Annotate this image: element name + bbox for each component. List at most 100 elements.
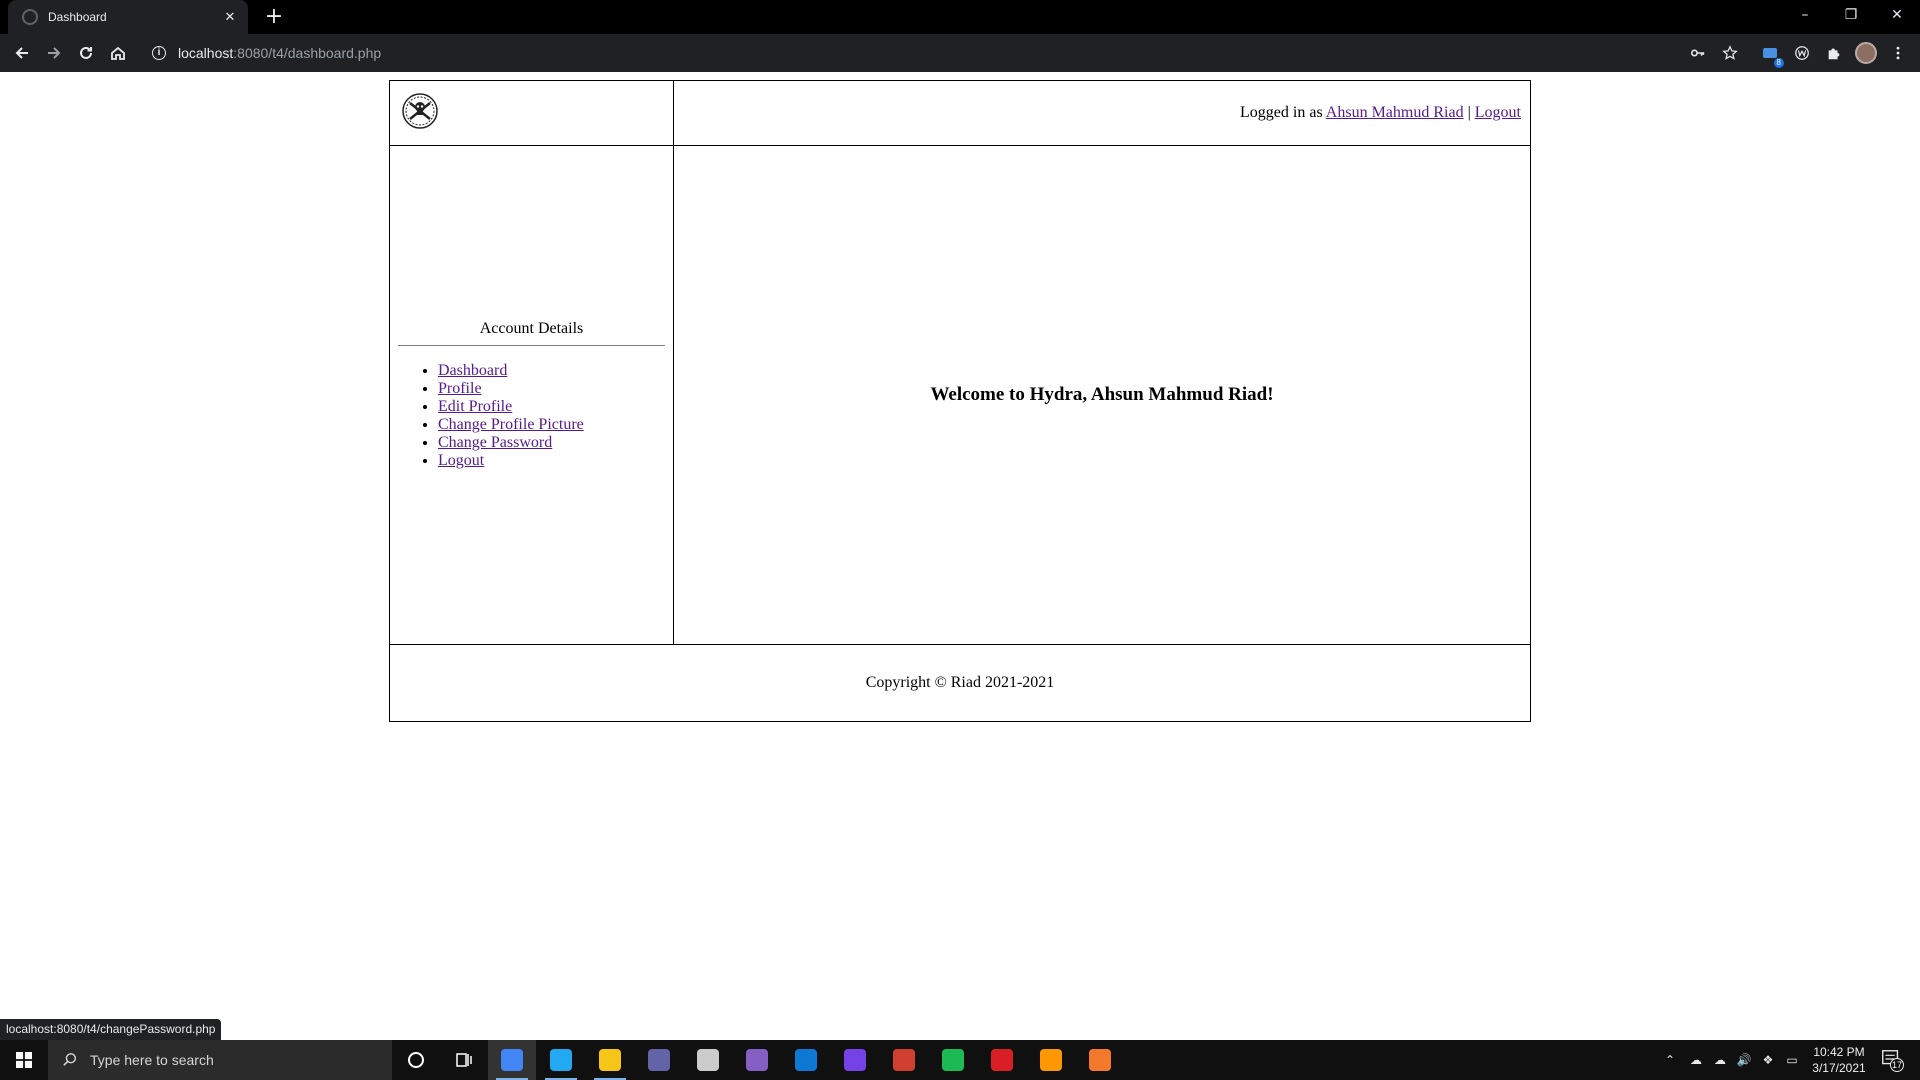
clock-date: 3/17/2021 bbox=[1812, 1061, 1866, 1075]
notification-center-button[interactable]: 17 bbox=[1880, 1048, 1904, 1072]
back-button[interactable] bbox=[8, 39, 36, 67]
minimize-button[interactable]: – bbox=[1782, 0, 1828, 30]
change-password-link[interactable]: Change Password bbox=[438, 434, 552, 451]
copyright-text: Copyright © Riad 2021-2021 bbox=[865, 674, 1055, 691]
tray-overflow-chevron-icon[interactable]: ⌃ bbox=[1658, 1040, 1682, 1080]
taskbar-app-blender[interactable] bbox=[1076, 1040, 1124, 1080]
sublime-text-icon bbox=[1040, 1049, 1062, 1071]
forward-button[interactable] bbox=[40, 39, 68, 67]
cloud-icon[interactable]: ☁ bbox=[1708, 1040, 1732, 1080]
cortana-circle-icon bbox=[408, 1052, 424, 1068]
extension-w-icon[interactable] bbox=[1790, 40, 1814, 66]
app-globe-icon bbox=[893, 1049, 915, 1071]
file-explorer-icon bbox=[599, 1049, 621, 1071]
task-view-button[interactable] bbox=[440, 1040, 488, 1080]
firefox-icon bbox=[844, 1049, 866, 1071]
logged-in-label: Logged in as bbox=[1240, 104, 1326, 121]
home-icon bbox=[111, 46, 125, 60]
sidebar-logout-link[interactable]: Logout bbox=[438, 452, 484, 469]
tab-close-icon[interactable]: ✕ bbox=[222, 10, 238, 25]
taskbar-app-file-explorer[interactable] bbox=[586, 1040, 634, 1080]
sidebar-menu: Dashboard Profile Edit Profile Change Pr… bbox=[398, 362, 665, 470]
logo-cell bbox=[389, 80, 674, 146]
browser-tab[interactable]: Dashboard ✕ bbox=[8, 0, 248, 34]
sidebar-item-logout: Logout bbox=[438, 452, 665, 470]
user-cell: Logged in as Ahsun Mahmud Riad | Logout bbox=[673, 80, 1531, 146]
network-icon[interactable]: ▭ bbox=[1780, 1040, 1804, 1080]
blender-icon bbox=[1089, 1049, 1111, 1071]
dashboard-link[interactable]: Dashboard bbox=[438, 362, 507, 379]
extension-icon[interactable]: 8 bbox=[1758, 40, 1784, 68]
profile-avatar[interactable] bbox=[1854, 40, 1878, 66]
onedrive-sync-icon[interactable]: ☁ bbox=[1684, 1040, 1708, 1080]
volume-icon[interactable]: 🔊 bbox=[1732, 1040, 1756, 1080]
taskbar-clock[interactable]: 10:42 PM 3/17/2021 bbox=[1804, 1044, 1874, 1076]
windows-logo-icon bbox=[16, 1052, 32, 1068]
search-icon bbox=[63, 1053, 77, 1066]
password-key-icon[interactable] bbox=[1686, 40, 1710, 66]
reload-button[interactable] bbox=[72, 39, 100, 67]
taskbar-app-teams[interactable] bbox=[635, 1040, 683, 1080]
restore-button[interactable]: ❐ bbox=[1828, 0, 1874, 30]
change-profile-picture-link[interactable]: Change Profile Picture bbox=[438, 416, 584, 433]
reload-icon bbox=[80, 46, 92, 59]
chrome-menu-icon[interactable] bbox=[1886, 40, 1910, 66]
taskbar: Type here to search ⌃ ☁ ☁ 🔊 ❖ ▭ 10:42 PM… bbox=[0, 1040, 1920, 1080]
close-window-button[interactable]: ✕ bbox=[1874, 0, 1920, 30]
teams-icon bbox=[648, 1049, 670, 1071]
sidebar-item-profile: Profile bbox=[438, 380, 665, 398]
sidebar-item-dashboard: Dashboard bbox=[438, 362, 665, 380]
clock-time: 10:42 PM bbox=[1813, 1045, 1865, 1059]
start-button[interactable] bbox=[0, 1040, 48, 1080]
taskbar-app-spotify[interactable] bbox=[929, 1040, 977, 1080]
acrobat-icon bbox=[991, 1049, 1013, 1071]
forward-arrow-icon bbox=[48, 47, 61, 59]
task-view-icon bbox=[456, 1053, 472, 1067]
page-viewport: Logged in as Ahsun Mahmud Riad | Logout … bbox=[0, 72, 1920, 1040]
welcome-heading: Welcome to Hydra, Ahsun Mahmud Riad! bbox=[930, 384, 1274, 405]
url-path: :8080/t4/dashboard.php bbox=[233, 45, 382, 61]
spotify-icon bbox=[942, 1049, 964, 1071]
extension-badge: 8 bbox=[1773, 58, 1784, 68]
taskbar-app-outlook[interactable] bbox=[782, 1040, 830, 1080]
header-logout-link[interactable]: Logout bbox=[1475, 104, 1521, 121]
address-bar[interactable]: i localhost:8080/t4/dashboard.php bbox=[142, 38, 1432, 68]
taskbar-search-box[interactable]: Type here to search bbox=[48, 1040, 392, 1080]
header-separator: | bbox=[1463, 104, 1475, 121]
bookmark-star-icon[interactable] bbox=[1718, 40, 1742, 66]
notification-count: 17 bbox=[1890, 1058, 1904, 1072]
dropbox-icon[interactable]: ❖ bbox=[1756, 1040, 1780, 1080]
globe-icon bbox=[22, 9, 38, 25]
layout-table: Logged in as Ahsun Mahmud Riad | Logout … bbox=[389, 80, 1531, 722]
browser-toolbar: i localhost:8080/t4/dashboard.php 8 bbox=[0, 34, 1920, 72]
site-info-icon[interactable]: i bbox=[152, 46, 166, 60]
new-tab-button[interactable]: + bbox=[260, 4, 288, 30]
back-arrow-icon bbox=[15, 47, 28, 59]
extensions-puzzle-icon[interactable] bbox=[1822, 40, 1846, 66]
taskbar-app-visual-studio[interactable] bbox=[733, 1040, 781, 1080]
taskbar-app-obs[interactable] bbox=[684, 1040, 732, 1080]
main-content: Welcome to Hydra, Ahsun Mahmud Riad! bbox=[673, 145, 1531, 645]
taskbar-app-app-globe[interactable] bbox=[880, 1040, 928, 1080]
sidebar-item-change-picture: Change Profile Picture bbox=[438, 416, 665, 434]
taskbar-app-firefox[interactable] bbox=[831, 1040, 879, 1080]
home-button[interactable] bbox=[104, 39, 132, 67]
url-host: localhost bbox=[178, 45, 234, 61]
vscode-icon bbox=[550, 1049, 572, 1071]
footer: Copyright © Riad 2021-2021 bbox=[389, 644, 1531, 722]
obs-icon bbox=[697, 1049, 719, 1071]
taskbar-app-vscode[interactable] bbox=[537, 1040, 585, 1080]
cortana-button[interactable] bbox=[392, 1040, 440, 1080]
chrome-icon bbox=[501, 1049, 523, 1071]
browser-tabstrip: Dashboard ✕ + – ❐ ✕ bbox=[0, 0, 1920, 34]
visual-studio-icon bbox=[746, 1049, 768, 1071]
hydra-logo-icon bbox=[402, 92, 438, 129]
edit-profile-link[interactable]: Edit Profile bbox=[438, 398, 512, 415]
sidebar: Account Details Dashboard Profile Edit P… bbox=[389, 145, 674, 645]
profile-link[interactable]: Profile bbox=[438, 380, 482, 397]
taskbar-app-chrome[interactable] bbox=[488, 1040, 536, 1080]
taskbar-app-acrobat[interactable] bbox=[978, 1040, 1026, 1080]
taskbar-app-sublime-text[interactable] bbox=[1027, 1040, 1075, 1080]
sidebar-item-edit-profile: Edit Profile bbox=[438, 398, 665, 416]
user-name-link[interactable]: Ahsun Mahmud Riad bbox=[1326, 104, 1464, 121]
